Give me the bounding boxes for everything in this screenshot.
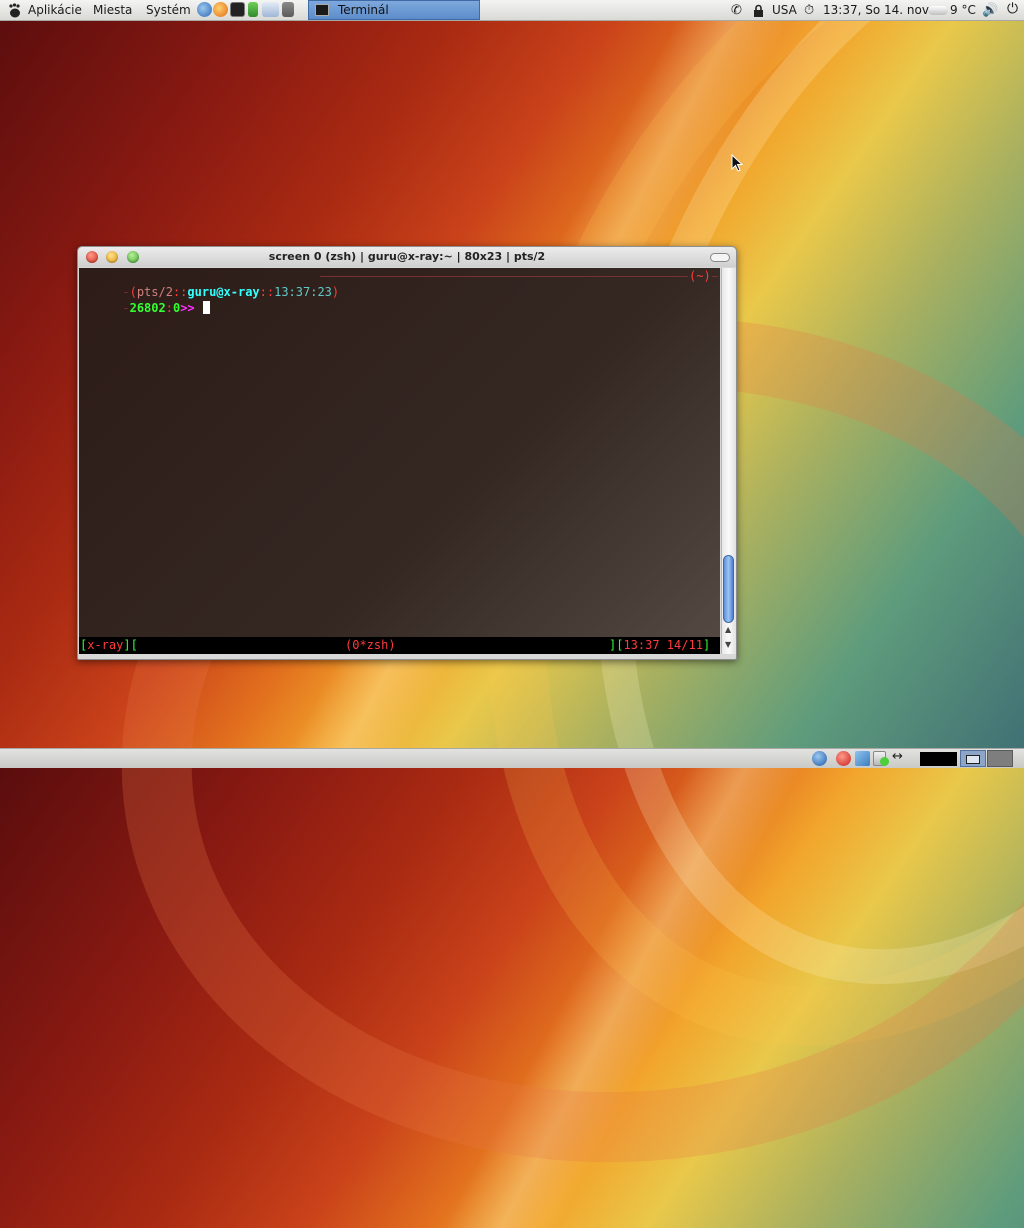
bottom-panel: ↔: [0, 748, 1024, 768]
trash-icon[interactable]: [282, 2, 294, 17]
file-manager-icon[interactable]: [262, 2, 279, 17]
screen-statusbar: [x-ray][ (0*zsh) ][13:37 14/11]: [79, 637, 720, 654]
keyboard-layout-indicator[interactable]: USA: [772, 3, 797, 17]
web-browser-icon[interactable]: [197, 2, 212, 17]
phone-icon[interactable]: ✆: [731, 3, 742, 18]
terminal-icon[interactable]: [230, 2, 245, 17]
update-notifier-icon[interactable]: [812, 751, 827, 766]
weather-cloud-icon[interactable]: [928, 6, 948, 15]
alarm-icon[interactable]: ⏱: [804, 3, 814, 18]
window-thumbnail: [966, 755, 980, 764]
workspace-switcher-2[interactable]: [987, 750, 1013, 767]
clock[interactable]: 13:37, So 14. nov: [823, 3, 929, 17]
network-status-icon: [880, 757, 889, 766]
status-host: [x-ray][: [80, 638, 138, 652]
taskbar-button-terminal[interactable]: Terminál: [308, 0, 480, 20]
prompt-arrows: >>: [180, 301, 195, 315]
prompt-separator: ::: [259, 285, 275, 299]
menu-system[interactable]: Systém: [146, 3, 191, 17]
image-viewer-icon[interactable]: [855, 751, 870, 766]
menu-applications[interactable]: Aplikácie: [28, 3, 82, 17]
scrollbar-thumb[interactable]: [723, 555, 734, 623]
toolbar-toggle-button[interactable]: [710, 253, 730, 262]
mouse-pointer-icon: [731, 154, 743, 172]
terminal-content[interactable]: -(pts/2::guru@x-ray::13:37:23) (~) -2680…: [79, 268, 720, 638]
text-cursor: [202, 301, 210, 314]
prompt-pid: 26802: [129, 301, 166, 315]
firefox-icon[interactable]: [213, 2, 228, 17]
prompt-time: 13:37:23: [274, 285, 332, 299]
workspace-preview[interactable]: [920, 752, 957, 766]
terminal-window[interactable]: screen 0 (zsh) | guru@x-ray:~ | 80x23 | …: [77, 246, 737, 660]
prompt-dash: -: [122, 301, 130, 315]
prompt-separator: :: [165, 301, 173, 315]
window-titlebar[interactable]: screen 0 (zsh) | guru@x-ray:~ | 80x23 | …: [78, 247, 736, 267]
gnome-foot-icon[interactable]: [8, 3, 22, 18]
status-datetime: ][13:37 14/11]: [609, 638, 711, 652]
workspace-switcher-1[interactable]: [960, 750, 986, 767]
prompt-rule-end: [712, 276, 718, 277]
weather-temperature[interactable]: 9 °C: [950, 3, 976, 17]
prompt-cwd: (~): [689, 269, 711, 283]
power-icon[interactable]: ⏻: [1007, 1, 1018, 17]
taskbar-button-label: Terminál: [338, 3, 389, 17]
prompt-line-2: -26802:0>>: [79, 284, 210, 332]
vertical-scrollbar[interactable]: ▲ ▼: [721, 268, 736, 654]
reload-icon[interactable]: [836, 751, 851, 766]
status-window-list: (0*zsh): [345, 638, 396, 652]
lock-icon[interactable]: [753, 4, 764, 17]
prompt-rule: [320, 276, 688, 277]
top-panel: Aplikácie Miesta Systém Terminál ✆ USA ⏱…: [0, 0, 1024, 21]
prompt-close-paren: ): [331, 285, 340, 299]
system-monitor-icon[interactable]: [248, 2, 258, 17]
scroll-down-arrow-icon[interactable]: ▼: [725, 640, 731, 649]
terminal-icon: [315, 4, 329, 16]
window-title: screen 0 (zsh) | guru@x-ray:~ | 80x23 | …: [268, 250, 546, 263]
volume-icon[interactable]: 🔊: [982, 3, 998, 18]
resize-arrows-icon[interactable]: ↔: [892, 749, 903, 764]
scroll-up-arrow-icon[interactable]: ▲: [725, 625, 731, 634]
menu-places[interactable]: Miesta: [93, 3, 132, 17]
